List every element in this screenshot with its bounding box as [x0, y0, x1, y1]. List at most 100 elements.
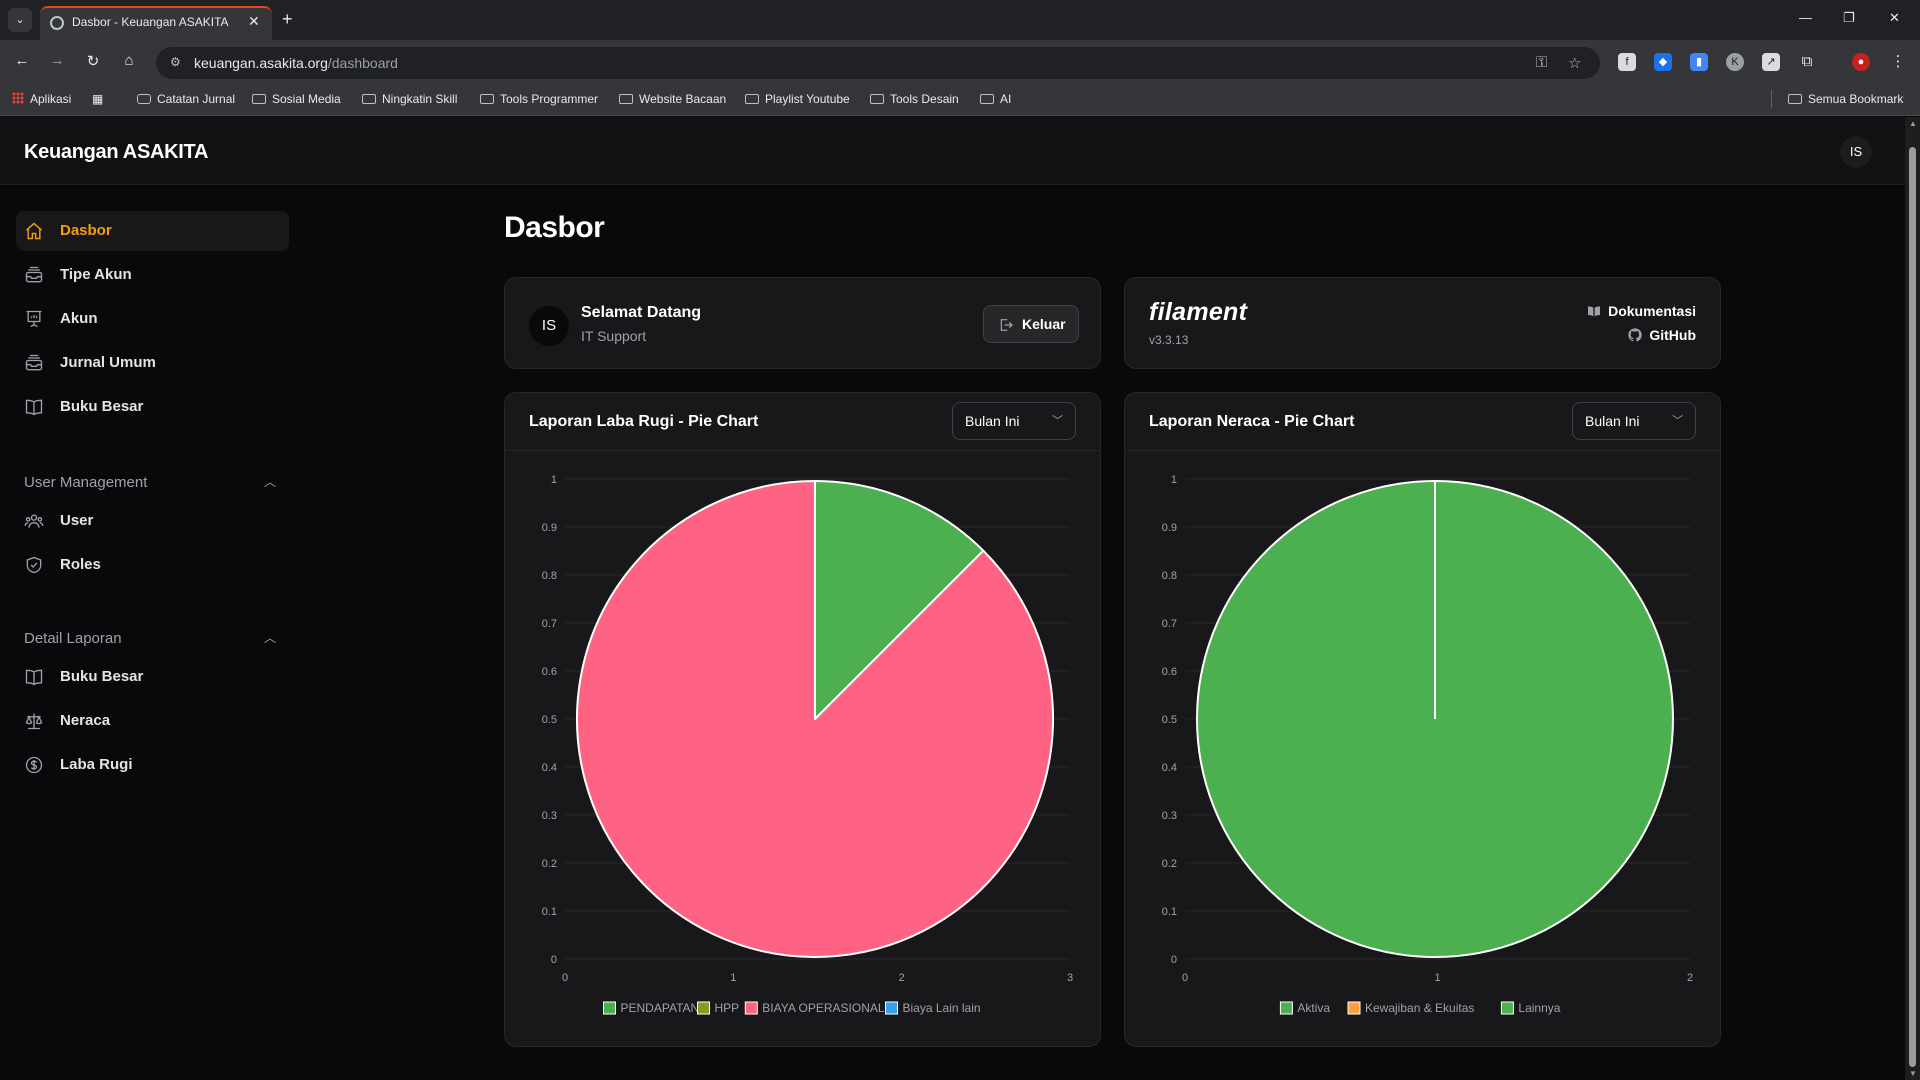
- sidebar-item-dasbor[interactable]: Dasbor: [16, 211, 289, 251]
- y-tick-label: 0.6: [1162, 666, 1177, 678]
- y-tick-label: 0.8: [542, 570, 557, 582]
- welcome-role: IT Support: [581, 328, 647, 344]
- bookmark-website-bacaan[interactable]: Website Bacaan: [619, 92, 726, 106]
- address-bar[interactable]: ⚙ keuangan.asakita.org/dashboard ⚿ ☆: [156, 47, 1600, 79]
- url-text[interactable]: keuangan.asakita.org/dashboard: [194, 55, 398, 71]
- bookmark-catatan-jurnal[interactable]: Catatan Jurnal: [137, 92, 235, 106]
- y-tick-label: 0.5: [1162, 714, 1177, 726]
- y-tick-label: 0.3: [1162, 810, 1177, 822]
- sidebar-item-user[interactable]: User: [16, 501, 289, 541]
- logout-button[interactable]: Keluar: [983, 305, 1079, 343]
- sidebar-item-label: Dasbor: [60, 222, 112, 239]
- sidebar-item-laba-rugi[interactable]: Laba Rugi: [16, 745, 289, 785]
- tab-groups-icon[interactable]: ▦: [92, 92, 103, 106]
- extension-doc-icon[interactable]: ▮: [1690, 53, 1708, 71]
- book-open-icon: [25, 399, 43, 416]
- scroll-down-icon[interactable]: ▼: [1909, 1069, 1917, 1078]
- back-arrow-icon[interactable]: ←: [12, 52, 32, 69]
- forward-arrow-icon[interactable]: →: [47, 52, 67, 69]
- browser-menu-icon[interactable]: ⋮: [1889, 53, 1907, 71]
- filament-version: v3.3.13: [1149, 333, 1189, 347]
- extension-arrow-icon[interactable]: ↗: [1762, 53, 1780, 71]
- sidebar-item-label: Laba Rugi: [60, 756, 133, 773]
- folder-icon: [1788, 94, 1802, 104]
- github-link[interactable]: GitHub: [1627, 327, 1696, 343]
- reload-icon[interactable]: ↻: [83, 52, 103, 70]
- sidebar-item-jurnal-umum[interactable]: Jurnal Umum: [16, 343, 289, 383]
- bookmark-playlist-youtube[interactable]: Playlist Youtube: [745, 92, 850, 106]
- page-scrollbar[interactable]: ▲ ▼: [1905, 117, 1920, 1080]
- bookmark-ai[interactable]: AI: [980, 92, 1011, 106]
- sidebar-item-akun[interactable]: Akun: [16, 299, 289, 339]
- inbox-stack-icon: [25, 266, 43, 283]
- sidebar-item-label: Buku Besar: [60, 398, 144, 415]
- scale-icon: [25, 713, 43, 730]
- legend-label: PENDAPATAN: [621, 1001, 700, 1015]
- neraca-chart-card: Laporan Neraca - Pie Chart Bulan Ini ﹀ 0…: [1124, 392, 1721, 1047]
- select-value: Bulan Ini: [1585, 413, 1640, 429]
- pie-slice: [576, 480, 1054, 958]
- bookmark-ningkatin-skill[interactable]: Ningkatin Skill: [362, 92, 457, 106]
- restore-icon[interactable]: ❐: [1843, 10, 1855, 26]
- legend-swatch: [1279, 1001, 1293, 1015]
- neraca-pie-chart: 0 0.1 0.2 0.3 0.4 0.5 0.6 0.7 0.8 0.9 1 0 1 2 Aktiva Ke…: [1162, 474, 1693, 1015]
- sidebar-item-buku-besar[interactable]: Buku Besar: [16, 387, 289, 427]
- shield-check-icon: [26, 556, 42, 574]
- sidebar-item-label: User: [60, 512, 94, 529]
- nav-group-user-management[interactable]: User Management: [24, 474, 147, 491]
- y-tick-label: 0.1: [1162, 906, 1177, 918]
- bookmark-sosial-media[interactable]: Sosial Media: [252, 92, 341, 106]
- home-icon: [26, 222, 42, 240]
- sidebar-item-label: Roles: [60, 556, 101, 573]
- nav-group-detail-laporan[interactable]: Detail Laporan: [24, 630, 122, 647]
- sidebar-item-label: Neraca: [60, 712, 111, 729]
- sidebar-item-roles[interactable]: Roles: [16, 545, 289, 585]
- bookmark-apps[interactable]: Aplikasi: [12, 92, 71, 106]
- period-filter-select[interactable]: Bulan Ini ﹀: [952, 402, 1076, 440]
- scroll-up-icon[interactable]: ▲: [1909, 119, 1917, 128]
- user-menu-avatar[interactable]: IS: [1840, 136, 1872, 168]
- browser-tab-active[interactable]: Dasbor - Keuangan ASAKITA ✕: [40, 6, 272, 40]
- extensions-puzzle-icon[interactable]: ⧉: [1798, 53, 1816, 71]
- period-filter-select[interactable]: Bulan Ini ﹀: [1572, 402, 1696, 440]
- sidebar-item-detail-buku-besar[interactable]: Buku Besar: [16, 657, 289, 697]
- bookmark-tools-programmer[interactable]: Tools Programmer: [480, 92, 598, 106]
- brand-name[interactable]: Keuangan ASAKITA: [24, 141, 208, 164]
- chevron-up-icon[interactable]: ︿: [264, 473, 276, 490]
- select-value: Bulan Ini: [965, 413, 1020, 429]
- x-tick-label: 2: [899, 972, 905, 984]
- legend-label: HPP: [715, 1001, 740, 1015]
- extension-fx-icon[interactable]: f: [1618, 53, 1636, 71]
- bookmark-all[interactable]: Semua Bookmark: [1788, 92, 1903, 106]
- x-tick-label: 1: [1434, 972, 1440, 984]
- home-browser-icon[interactable]: ⌂: [119, 52, 139, 69]
- sidebar-item-label: Akun: [60, 310, 98, 327]
- tab-search-chevron-icon[interactable]: ⌄: [8, 8, 32, 32]
- bookmark-star-icon[interactable]: ☆: [1568, 54, 1581, 72]
- folder-icon: [745, 94, 759, 104]
- chevron-up-icon[interactable]: ︿: [264, 629, 276, 646]
- y-tick-label: 0.2: [1162, 858, 1177, 870]
- currency-dollar-icon: [25, 756, 43, 774]
- profile-avatar-icon[interactable]: ●: [1852, 53, 1870, 71]
- window-close-icon[interactable]: ✕: [1889, 10, 1900, 26]
- extension-k-icon[interactable]: K: [1726, 53, 1744, 71]
- new-tab-plus-icon[interactable]: +: [282, 8, 293, 30]
- tab-close-icon[interactable]: ✕: [248, 13, 260, 30]
- key-icon[interactable]: ⚿: [1536, 54, 1547, 71]
- bookmark-tools-desain[interactable]: Tools Desain: [870, 92, 959, 106]
- tab-title: Dasbor - Keuangan ASAKITA: [72, 15, 229, 29]
- docs-link[interactable]: Dokumentasi: [1586, 303, 1696, 319]
- minimize-icon[interactable]: —: [1799, 10, 1812, 25]
- y-tick-label: 0.8: [1162, 570, 1177, 582]
- y-tick-label: 0.5: [542, 714, 557, 726]
- site-info-icon[interactable]: ⚙: [170, 55, 181, 69]
- extension-tag-icon[interactable]: ◆: [1654, 53, 1672, 71]
- sidebar-item-tipe-akun[interactable]: Tipe Akun: [16, 255, 289, 295]
- scroll-thumb[interactable]: [1909, 147, 1916, 1067]
- filament-logo: filament: [1149, 298, 1248, 326]
- x-tick-label: 1: [730, 972, 736, 984]
- folder-icon: [870, 94, 884, 104]
- sidebar-item-neraca[interactable]: Neraca: [16, 701, 289, 741]
- legend-swatch: [744, 1001, 758, 1015]
